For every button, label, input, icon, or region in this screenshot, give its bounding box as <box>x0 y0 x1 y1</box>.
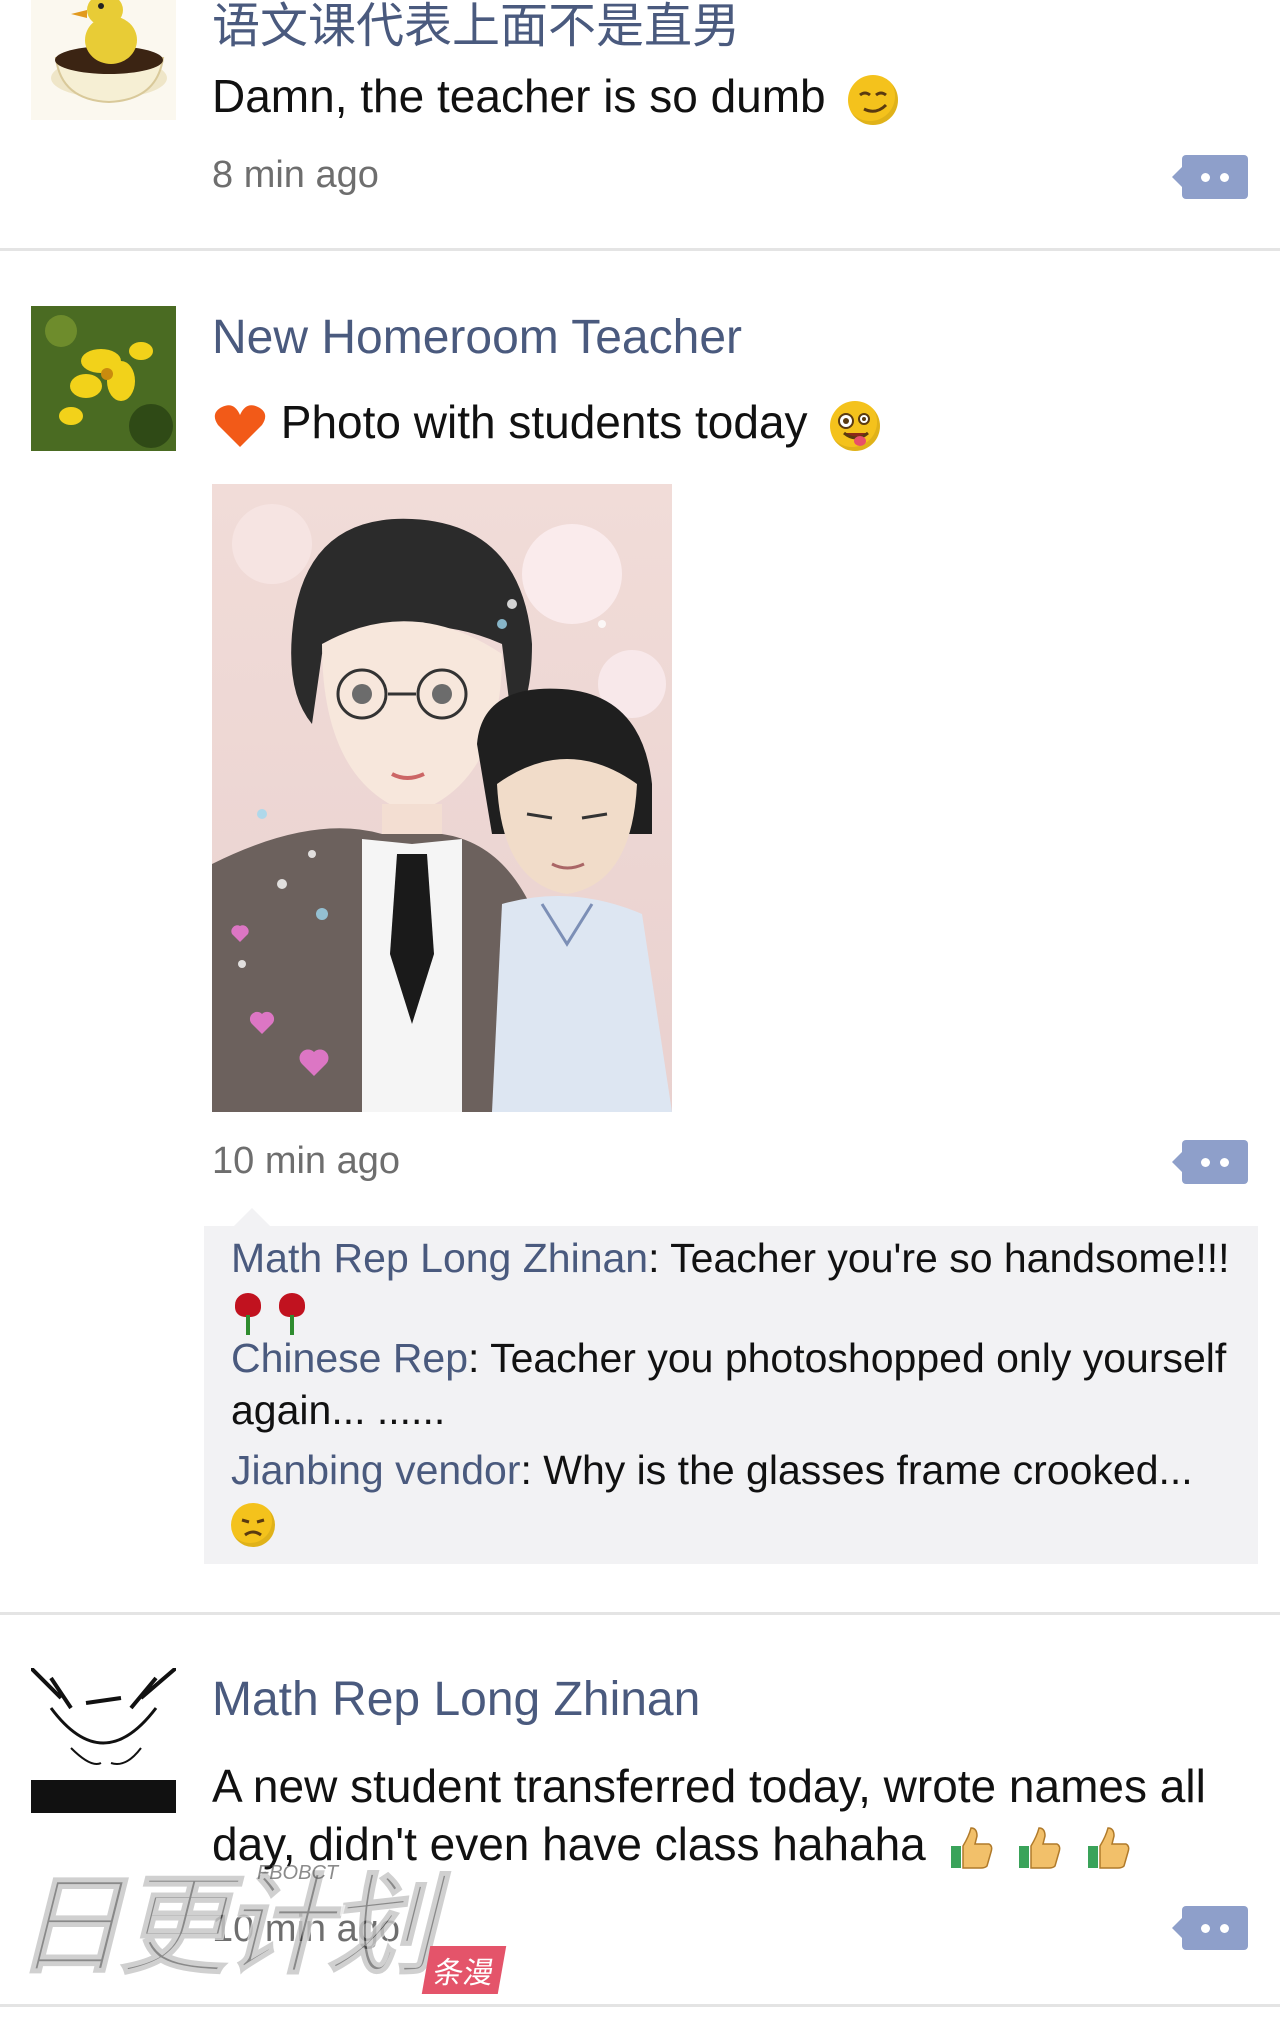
avatar[interactable] <box>31 306 176 451</box>
dot-icon <box>1201 173 1210 182</box>
post-text-content: Photo with students today <box>280 396 808 448</box>
post-text-line-1: A new student transferred today, wrote n… <box>212 1760 1206 1812</box>
rose-emojis <box>231 1284 1241 1336</box>
duck-cup-avatar-icon <box>51 0 167 104</box>
teacher-student-selfie-image <box>212 484 672 1112</box>
comment-author[interactable]: Math Rep Long Zhinan <box>231 1235 648 1281</box>
post-text-line-2: day, didn't even have class hahaha <box>212 1814 1132 1874</box>
post-divider <box>0 2004 1280 2007</box>
avatar[interactable] <box>31 1668 176 1813</box>
smirk-face-icon <box>848 74 899 125</box>
dot-icon <box>1220 1158 1229 1167</box>
comment-text: Teacher you're so handsome!!! <box>670 1235 1230 1281</box>
orange-heart-icon <box>212 401 268 451</box>
comment: Math Rep Long Zhinan: Teacher you're so … <box>231 1232 1241 1336</box>
post-time: 10 min ago <box>212 1140 401 1182</box>
comment: Chinese Rep: Teacher you photoshopped on… <box>231 1335 1227 1433</box>
post-text: Photo with students today <box>212 392 881 452</box>
dot-icon <box>1201 1158 1210 1167</box>
rose-icon <box>231 1291 265 1336</box>
thumbs-up-icon <box>1015 1824 1063 1872</box>
comment-text: Why is the glasses frame crooked... <box>543 1447 1193 1493</box>
post-text: Damn, the teacher is so dumb <box>212 66 899 126</box>
comment-author[interactable]: Chinese Rep <box>231 1335 468 1381</box>
comment-action-button[interactable] <box>1172 1906 1248 1950</box>
post-time: 8 min ago <box>212 154 379 196</box>
zany-face-icon <box>830 400 881 451</box>
yellow-flowers-avatar-icon <box>31 306 176 451</box>
comment-action-button[interactable] <box>1172 1140 1248 1184</box>
worried-face-icon <box>231 1503 275 1548</box>
rose-icon <box>275 1291 309 1336</box>
comment-action-button[interactable] <box>1172 155 1248 199</box>
author-name[interactable]: 语文课代表上面不是直男 <box>212 0 740 56</box>
comments-box: Math Rep Long Zhinan: Teacher you're so … <box>204 1208 1258 1564</box>
post-text-content: day, didn't even have class hahaha <box>212 1818 926 1870</box>
dot-icon <box>1220 173 1229 182</box>
thumbs-up-icon <box>947 1824 995 1872</box>
avatar[interactable] <box>31 0 176 120</box>
author-name[interactable]: New Homeroom Teacher <box>212 310 742 365</box>
author-name[interactable]: Math Rep Long Zhinan <box>212 1672 700 1727</box>
dot-icon <box>1220 1924 1229 1933</box>
post-text-content: Damn, the teacher is so dumb <box>212 70 826 122</box>
thumbs-up-icon <box>1084 1824 1132 1872</box>
thumbs-up-emojis <box>939 1818 1133 1870</box>
sketch-face-avatar-icon <box>31 1668 176 1813</box>
comment: Jianbing vendor: Why is the glasses fram… <box>231 1444 1241 1548</box>
post-divider <box>0 248 1280 251</box>
post-3: Math Rep Long Zhinan A new student trans… <box>0 1616 1280 2029</box>
post-photo[interactable] <box>212 484 672 1112</box>
post-divider <box>0 1612 1280 1615</box>
comment-author[interactable]: Jianbing vendor <box>231 1447 520 1493</box>
dot-icon <box>1201 1924 1210 1933</box>
post-1: 语文课代表上面不是直男 Damn, the teacher is so dumb… <box>0 0 1280 252</box>
post-time: 10 min ago <box>212 1908 401 1950</box>
